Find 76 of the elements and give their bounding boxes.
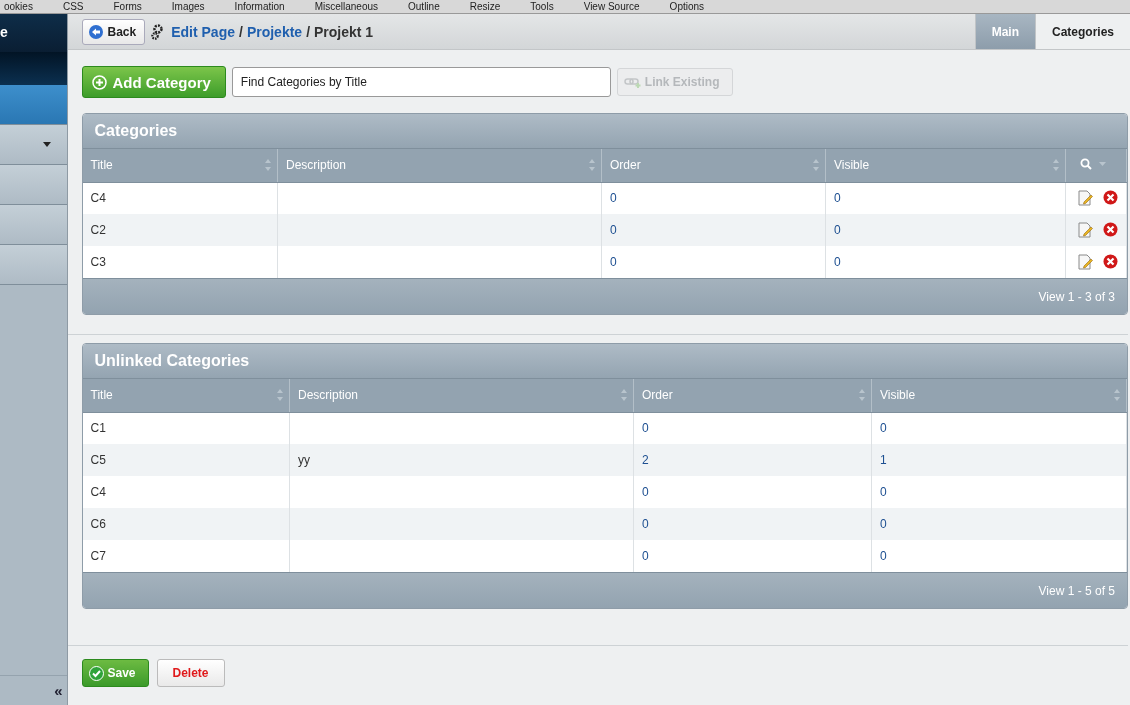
toolbar-item[interactable]: Forms [113, 0, 142, 13]
delete-icon[interactable] [1103, 222, 1118, 237]
table-cell: 0 [825, 246, 1066, 278]
link-icon [623, 76, 642, 88]
back-button[interactable]: Back [81, 18, 146, 45]
collapse-button[interactable]: « [54, 682, 63, 699]
toolbar-item[interactable]: Options [669, 0, 705, 13]
caret-icon [42, 142, 51, 147]
breadcrumb-current[interactable]: Projekt 1 [314, 23, 374, 40]
toolbar-item[interactable]: View Source [583, 0, 640, 13]
table-cell: 0 [633, 508, 872, 540]
gears-icon [151, 23, 164, 40]
sort-icon [264, 158, 272, 172]
table-cell: 0 [633, 476, 872, 508]
panel-title: Unlinked Categories [82, 344, 1127, 379]
table-cell: 1 [871, 444, 1127, 476]
table-cell: C2 [82, 214, 278, 246]
breadcrumb-link[interactable]: Edit Page [171, 23, 235, 40]
sort-icon [812, 158, 820, 172]
table-cell: 0 [825, 214, 1066, 246]
table-cell: 0 [871, 540, 1127, 572]
tab[interactable]: Categories [1035, 14, 1130, 49]
table-cell: yy [289, 444, 634, 476]
breadcrumb-separator: / [239, 23, 243, 40]
record-count: View 1 - 5 of 5 [1038, 583, 1115, 598]
panel-title: Categories [82, 114, 1127, 149]
sort-icon [1113, 388, 1121, 402]
plus-icon [91, 74, 107, 90]
table-cell: C6 [82, 508, 290, 540]
toolbar-item[interactable]: Images [171, 0, 205, 13]
toolbar-item[interactable]: Outline [408, 0, 440, 13]
toolbar-item[interactable]: ookies [4, 0, 33, 13]
toolbar-item[interactable]: Resize [469, 0, 501, 13]
sort-icon [620, 388, 628, 402]
table-cell: 0 [871, 412, 1127, 444]
table-cell: C7 [82, 540, 290, 572]
edit-icon[interactable] [1077, 190, 1093, 207]
table-cell: 0 [601, 246, 826, 278]
sort-icon [588, 158, 596, 172]
delete-icon[interactable] [1103, 254, 1118, 269]
sidebar-item[interactable] [0, 245, 67, 285]
table-cell: C4 [82, 182, 278, 214]
table-cell: 0 [825, 182, 1066, 214]
search-field[interactable]: Find Categories by Title [231, 67, 611, 97]
table-cell: 0 [871, 508, 1127, 540]
toolbar-item[interactable]: Miscellaneous [314, 0, 378, 13]
table-cell: C1 [82, 412, 290, 444]
delete-button[interactable]: Delete [156, 659, 225, 687]
breadcrumb-separator: / [306, 23, 310, 40]
table-cell: 0 [601, 214, 826, 246]
record-count: View 1 - 3 of 3 [1038, 289, 1115, 304]
sort-icon [276, 388, 284, 402]
table-cell: 0 [871, 476, 1127, 508]
sidebar-item[interactable] [0, 165, 67, 205]
sidebar-banner [0, 52, 67, 85]
sidebar-item[interactable] [0, 125, 67, 165]
edit-icon[interactable] [1077, 254, 1093, 270]
table-cell: C4 [82, 476, 290, 508]
toolbar-item[interactable]: Information [234, 0, 285, 13]
table-cell: 0 [601, 182, 826, 214]
check-icon [88, 665, 104, 681]
edit-icon[interactable] [1077, 222, 1093, 238]
table-cell: 0 [633, 540, 872, 572]
table-cell: 2 [633, 444, 872, 476]
delete-icon[interactable] [1103, 190, 1118, 206]
sort-icon [1052, 158, 1060, 172]
table-cell: 0 [633, 412, 872, 444]
search-icon[interactable] [1080, 157, 1106, 170]
table-cell: C5 [82, 444, 290, 476]
toolbar-item[interactable]: CSS [62, 0, 84, 13]
sidebar-title: e [0, 14, 67, 52]
breadcrumb-link[interactable]: Projekte [246, 23, 303, 40]
table-cell: C3 [82, 246, 278, 278]
toolbar-item[interactable]: Tools [530, 0, 554, 13]
sort-icon [858, 388, 866, 402]
sidebar-item[interactable] [0, 205, 67, 245]
